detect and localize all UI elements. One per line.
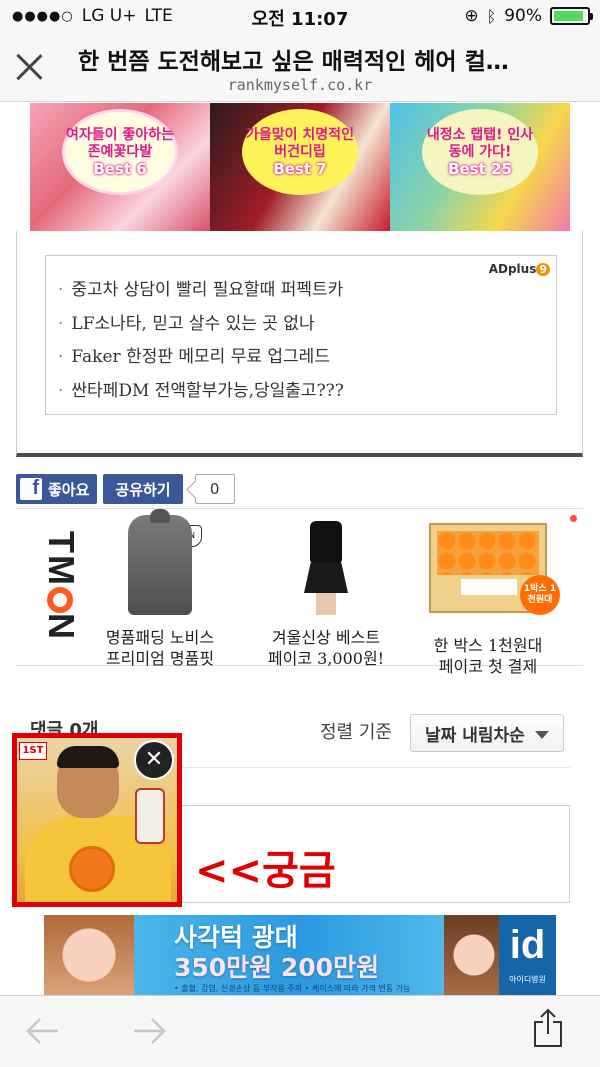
bottle-image — [135, 788, 165, 844]
text-ad-item[interactable]: · 싼타페DM 전액할부가능,당일출고??? — [58, 375, 344, 409]
model-image — [444, 915, 504, 995]
price-badge: 1박스 1천원대 — [520, 575, 560, 615]
sort-label: 정렬 기준 — [320, 722, 392, 743]
ad-indicator-icon — [570, 515, 577, 522]
bluetooth-icon: ᛒ — [486, 6, 497, 26]
like-label: 좋아요 — [48, 480, 90, 499]
forward-arrow-icon[interactable] — [132, 1016, 166, 1046]
banner-caption-bubble: 가을맞이 치명적인 버건디립 Best 7 — [242, 109, 358, 195]
browser-title-bar: 한 번쯤 도전해보고 싶은 매력적인 헤어 컬… rankmyself.co.k… — [0, 34, 600, 102]
dress-icon — [300, 515, 352, 615]
tmon-logo: TMN — [41, 531, 82, 641]
chevron-down-icon — [535, 731, 549, 739]
product-line2: 페이코 첫 결제 — [438, 657, 538, 676]
shirt-emblem-image — [69, 846, 115, 892]
facebook-like-button[interactable]: f 좋아요 — [16, 474, 98, 504]
rotation-lock-icon: ⊕ — [464, 6, 479, 26]
bullet-icon: · — [58, 347, 64, 367]
text-ad-item[interactable]: · LF소나타, 믿고 살수 있는 곳 없나 — [58, 308, 344, 342]
product-line1: 명품패딩 노비스 — [105, 628, 215, 647]
annotation-text: <<궁금 — [195, 848, 336, 894]
product-name: 명품패딩 노비스 프리미엄 명품핏 — [90, 627, 230, 669]
person-hair-image — [57, 746, 119, 768]
hospital-logo: id 아이디병원 — [499, 915, 556, 995]
adplus-logo[interactable]: ADplus 9 — [489, 262, 550, 276]
sort-dropdown[interactable]: 날짜 내림차순 — [410, 714, 564, 752]
logo-subtext: 아이디병원 — [509, 975, 546, 984]
tmon-product[interactable]: 1박스 1천원대 한 박스 1천원대 페이코 첫 결제 — [418, 515, 560, 677]
close-ad-button[interactable]: ✕ — [134, 740, 174, 780]
text-ad-label: 싼타페DM 전액할부가능,당일출고??? — [71, 380, 344, 401]
text-ad-item[interactable]: · Faker 한정판 메모리 무료 업그레드 — [58, 341, 344, 375]
bullet-icon: · — [58, 280, 64, 300]
battery-percent: 90% — [504, 6, 542, 26]
coat-icon — [128, 509, 192, 615]
tmon-product[interactable]: N 명품패딩 노비스 프리미엄 명품핏 — [90, 509, 230, 669]
product-line1: 겨울신상 베스트 — [271, 628, 381, 647]
banner-caption-bubble: 내정소 랩탭! 인사동에 가다! Best 25 — [422, 109, 538, 195]
adplus-name: ADplus — [488, 262, 537, 276]
banner-badge: Best 6 — [93, 159, 147, 178]
banner-badge: Best 7 — [273, 159, 327, 178]
bullet-icon: · — [58, 313, 64, 334]
product-line2: 프리미엄 명품핏 — [105, 649, 215, 668]
banner-badge: Best 25 — [448, 159, 512, 178]
facebook-icon: f — [20, 477, 42, 500]
product-name: 한 박스 1천원대 페이코 첫 결제 — [418, 635, 558, 677]
browser-toolbar — [0, 995, 600, 1067]
banner-caption: 내정소 랩탭! 인사동에 가다! — [426, 126, 534, 160]
facebook-buttons: f 좋아요 공유하기 0 — [16, 474, 235, 506]
text-ad-label: LF소나타, 믿고 살수 있는 곳 없나 — [71, 313, 315, 334]
product-name: 겨울신상 베스트 페이코 3,000원! — [256, 627, 396, 669]
text-ad-label: Faker 한정판 메모리 무료 업그레드 — [71, 347, 330, 367]
product-line2: 페이코 3,000원! — [267, 649, 385, 668]
text-ad-box: ADplus 9 · 중고차 상담이 빨리 필요할때 퍼펙트카 · LF소나타, 믿고… — [45, 255, 557, 415]
banner-caption: 가을맞이 치명적인 버건디립 — [246, 126, 354, 160]
text-ad-label: 중고차 상담이 빨리 필요할때 퍼펙트카 — [71, 280, 344, 300]
dress-image — [256, 515, 396, 621]
text-ad-list: · 중고차 상담이 빨리 필요할때 퍼펙트카 · LF소나타, 믿고 살수 있는 곳… — [58, 274, 344, 408]
tmon-product[interactable]: 겨울신상 베스트 페이코 3,000원! — [256, 515, 396, 669]
share-icon[interactable] — [532, 1008, 564, 1048]
page-url[interactable]: rankmyself.co.kr — [0, 76, 600, 94]
sort-value: 날짜 내림차순 — [425, 725, 525, 746]
banner-caption-bubble: 여자들이 좋아하는 존예꽃다발 Best 6 — [62, 109, 178, 195]
ad-headline-line1: 사각턱 광대 — [174, 923, 298, 952]
battery-icon — [550, 7, 593, 25]
ad-headline-line2: 350만원 200만원 — [174, 953, 380, 982]
battery-fill — [554, 11, 583, 21]
adplus-suffix: 9 — [536, 263, 550, 276]
bullet-icon: · — [58, 380, 64, 401]
tmon-ad[interactable]: TMN N 명품패딩 노비스 프리미엄 명품핏 겨울신상 베스트 페이코 3,0… — [16, 508, 583, 676]
status-bar: ●●●●○ LG U+ LTE 오전 11:07 ⊕ ᛒ 90% — [0, 0, 600, 34]
ad-tag: 1ST — [19, 742, 47, 760]
ad-headline: 사각턱 광대 350만원 200만원 — [174, 923, 379, 983]
back-arrow-icon[interactable] — [26, 1016, 60, 1046]
page: ●●●●○ LG U+ LTE 오전 11:07 ⊕ ᛒ 90% 한 번쯤 도전… — [0, 0, 600, 1067]
model-image — [44, 915, 134, 995]
page-title: 한 번쯤 도전해보고 싶은 매력적인 헤어 컬… — [78, 49, 509, 75]
banner-caption: 여자들이 좋아하는 존예꽃다발 — [66, 126, 174, 160]
ad-fine-print: • 출혈, 감염, 신경손상 등 부작용 주의 • 케이스에 따라 가격 변동 … — [174, 984, 411, 993]
banner-item-lip[interactable]: 가을맞이 치명적인 버건디립 Best 7 — [210, 103, 390, 231]
status-icons: ⊕ ᛒ 90% — [464, 6, 593, 26]
article-banner[interactable]: 여자들이 좋아하는 존예꽃다발 Best 6 가을맞이 치명적인 버건디립 Be… — [30, 103, 570, 231]
share-count: 0 — [194, 474, 235, 504]
text-ad-item[interactable]: · 중고차 상담이 빨리 필요할때 퍼펙트카 — [58, 274, 344, 308]
share-label: 공유하기 — [115, 480, 171, 499]
orange-box-image: 1박스 1천원대 — [418, 523, 560, 629]
facebook-share-button[interactable]: 공유하기 — [103, 474, 183, 504]
banner-item-bouquet[interactable]: 여자들이 좋아하는 존예꽃다발 Best 6 — [30, 103, 210, 231]
logo-text: id — [509, 923, 546, 967]
product-line1: 한 박스 1천원대 — [433, 636, 543, 655]
banner-item-insadong[interactable]: 내정소 랩탭! 인사동에 가다! Best 25 — [390, 103, 570, 231]
hospital-ad-banner[interactable]: 사각턱 광대 350만원 200만원 • 출혈, 감염, 신경손상 등 부작용 … — [44, 915, 556, 995]
tmon-o-icon — [47, 586, 73, 613]
padded-jacket-image — [90, 509, 230, 621]
